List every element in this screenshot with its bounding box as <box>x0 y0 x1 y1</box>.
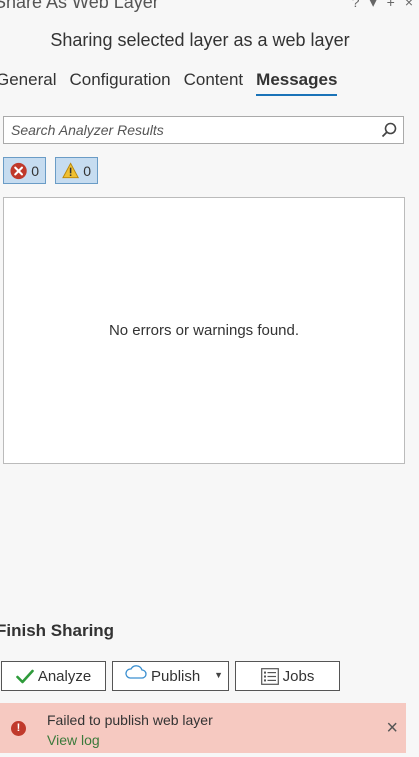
jobs-list-icon <box>260 667 279 685</box>
tab-messages[interactable]: Messages <box>256 70 338 96</box>
pin-icon[interactable]: + <box>387 0 395 11</box>
tab-general[interactable]: General <box>0 70 56 96</box>
publish-button[interactable]: Publish ▼ <box>112 661 229 691</box>
pane-title: Share As Web Layer <box>0 0 159 12</box>
error-banner: ! Failed to publish web layer View log × <box>0 703 406 753</box>
publish-dropdown-icon[interactable]: ▼ <box>214 670 223 680</box>
pane-controls: ? ▾ + × <box>352 0 413 11</box>
checkmark-icon <box>16 669 34 683</box>
close-pane-icon[interactable]: × <box>405 0 413 11</box>
tab-configuration[interactable]: Configuration <box>69 70 170 96</box>
warnings-filter-button[interactable]: 0 <box>55 157 98 184</box>
banner-message: Failed to publish web layer <box>47 712 213 728</box>
subtitle: Sharing selected layer as a web layer <box>50 30 350 50</box>
jobs-button[interactable]: Jobs <box>235 661 340 691</box>
search-box <box>3 116 404 144</box>
close-banner-icon[interactable]: × <box>386 717 398 740</box>
error-alert-icon: ! <box>11 721 26 736</box>
analyzer-results-panel: No errors or warnings found. <box>3 197 405 464</box>
analyze-label: Analyze <box>37 667 92 685</box>
errors-count: 0 <box>31 162 39 179</box>
publish-label: Publish <box>151 667 201 685</box>
tab-content[interactable]: Content <box>184 70 244 96</box>
pane-options-icon[interactable]: ▾ <box>370 0 377 11</box>
empty-results-message: No errors or warnings found. <box>108 322 300 339</box>
warnings-count: 0 <box>83 162 91 179</box>
view-log-link[interactable]: View log <box>47 732 100 748</box>
help-icon[interactable]: ? <box>352 0 360 11</box>
cloud-icon <box>125 665 147 679</box>
search-input[interactable] <box>4 117 371 143</box>
errors-filter-button[interactable]: 0 <box>3 157 46 184</box>
finish-sharing-heading: Finish Sharing <box>0 621 115 640</box>
jobs-label: Jobs <box>282 667 315 685</box>
tab-strip: General Configuration Content Messages <box>0 70 338 96</box>
analyze-button[interactable]: Analyze <box>1 661 106 691</box>
warning-icon <box>62 162 80 179</box>
error-icon <box>10 162 27 179</box>
search-icon[interactable] <box>380 121 398 139</box>
